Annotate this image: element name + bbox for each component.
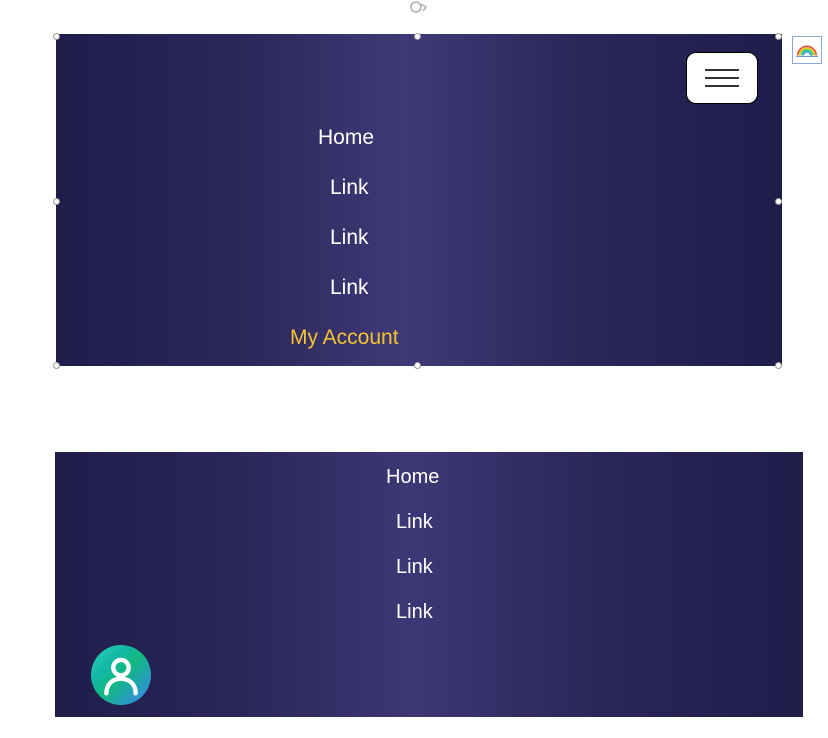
- hamburger-bar: [705, 85, 739, 87]
- nav-item-link[interactable]: Link: [386, 601, 433, 624]
- nav-panel-bottom: Home Link Link Link: [55, 452, 803, 717]
- nav-item-my-account[interactable]: My Account: [290, 326, 399, 350]
- rainbow-icon: [796, 41, 818, 59]
- hamburger-bar: [705, 69, 739, 71]
- nav-list-top: Home Link Link Link My Account: [56, 126, 782, 350]
- nav-item-link[interactable]: Link: [386, 511, 433, 534]
- user-icon: [99, 653, 143, 697]
- hamburger-bar: [705, 77, 739, 79]
- selection-handle[interactable]: [775, 198, 782, 205]
- hamburger-button[interactable]: [686, 52, 758, 104]
- nav-item-home[interactable]: Home: [386, 466, 439, 489]
- picture-format-button[interactable]: [792, 36, 822, 64]
- selection-handle[interactable]: [775, 362, 782, 369]
- selection-handle[interactable]: [775, 33, 782, 40]
- nav-item-link[interactable]: Link: [386, 556, 433, 579]
- selection-handle[interactable]: [414, 33, 421, 40]
- user-avatar-button[interactable]: [91, 645, 151, 705]
- nav-item-link[interactable]: Link: [318, 276, 369, 300]
- selection-handle[interactable]: [53, 33, 60, 40]
- nav-list-bottom: Home Link Link Link: [55, 466, 803, 624]
- anchor-rotate-icon: [408, 0, 432, 16]
- nav-panel-top: Home Link Link Link My Account: [56, 34, 782, 366]
- selection-handle[interactable]: [53, 198, 60, 205]
- nav-item-link[interactable]: Link: [318, 226, 369, 250]
- nav-item-home[interactable]: Home: [318, 126, 374, 150]
- nav-item-link[interactable]: Link: [318, 176, 369, 200]
- selection-handle[interactable]: [414, 362, 421, 369]
- selection-handle[interactable]: [53, 362, 60, 369]
